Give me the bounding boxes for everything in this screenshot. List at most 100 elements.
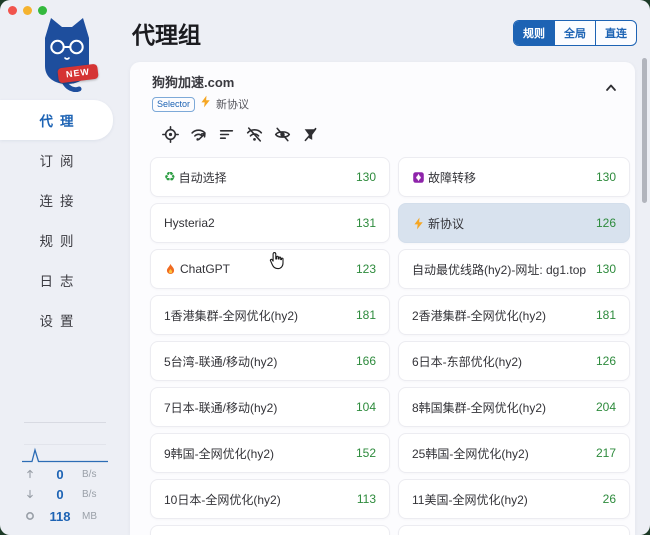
traffic-sparkline xyxy=(22,447,108,464)
group-name: 狗狗加速.com xyxy=(152,72,249,91)
group-toolbar xyxy=(130,113,635,143)
proxy-latency: 26 xyxy=(603,492,616,506)
proxy-name: ♻自动选择 xyxy=(164,169,227,186)
proxy-latency: 130 xyxy=(356,170,376,184)
stat-value: 118 xyxy=(38,509,82,524)
proxy-name: 故障转移 xyxy=(412,169,476,186)
proxy-name: 5台湾-联通/移动(hy2) xyxy=(164,353,277,370)
proxy-name: 9韩国-全网优化(hy2) xyxy=(164,445,274,462)
close-window-button[interactable] xyxy=(8,6,17,15)
proxy-latency: 204 xyxy=(596,400,616,414)
proxy-card[interactable]: 11美国-全网优化(hy2) 26 xyxy=(398,479,630,519)
proxy-card[interactable]: 新协议 126 xyxy=(398,203,630,243)
proxy-card[interactable]: ♻自动选择 130 xyxy=(150,157,390,197)
sidebar-item-0[interactable]: 代理 xyxy=(0,100,113,140)
eye-off-icon[interactable] xyxy=(274,126,291,143)
proxy-card[interactable]: 10日本-全网优化(hy2) 113 xyxy=(150,479,390,519)
sidebar-item-2[interactable]: 连接 xyxy=(0,180,113,220)
wifi-off-icon[interactable] xyxy=(246,126,263,143)
mode-button-0[interactable]: 规则 xyxy=(514,21,554,45)
proxy-name: 10日本-全网优化(hy2) xyxy=(164,491,281,508)
proxy-card[interactable]: 7日本-联通/移动(hy2) 104 xyxy=(150,387,390,427)
proxy-name: 1香港集群-全网优化(hy2) xyxy=(164,307,298,324)
proxy-latency: 152 xyxy=(356,446,376,460)
sidebar-menu: 代理订阅连接规则日志设置 xyxy=(0,100,130,340)
divider xyxy=(24,422,106,423)
sidebar-item-5[interactable]: 设置 xyxy=(0,300,113,340)
proxy-latency: 123 xyxy=(356,262,376,276)
group-subtitle: Selector 新协议 xyxy=(152,95,249,113)
proxy-card[interactable]: 1香港集群-全网优化(hy2) 181 xyxy=(150,295,390,335)
arrow-down-icon xyxy=(22,488,38,500)
page-title: 代理组 xyxy=(132,16,201,50)
traffic-widget: 0B/s0B/s118MB xyxy=(0,422,130,535)
arrow-up-icon xyxy=(22,468,38,480)
proxy-card[interactable]: 13迪拜-电信/移动/南方联通(hy2)370 xyxy=(398,525,630,535)
proxy-name: Hysteria2 xyxy=(164,216,215,230)
proxy-latency: 126 xyxy=(596,216,616,230)
stat-unit: B/s xyxy=(82,469,108,480)
proxy-card[interactable]: 5台湾-联通/移动(hy2) 166 xyxy=(150,341,390,381)
proxy-latency: 181 xyxy=(596,308,616,322)
stat-row: 0B/s xyxy=(0,484,130,504)
proxy-latency: 131 xyxy=(356,216,376,230)
proxy-card[interactable]: Hysteria2 131 xyxy=(150,203,390,243)
ring-icon xyxy=(22,510,38,522)
main-header: 代理组 规则全局直连 xyxy=(130,0,650,60)
sidebar-item-3[interactable]: 规则 xyxy=(0,220,113,260)
stat-row: 118MB xyxy=(0,506,130,526)
fire-icon xyxy=(164,263,177,276)
proxy-latency: 217 xyxy=(596,446,616,460)
proxy-name: 新协议 xyxy=(412,215,464,232)
group-type-badge: Selector xyxy=(152,97,195,112)
proxy-latency: 181 xyxy=(356,308,376,322)
minimize-window-button[interactable] xyxy=(23,6,32,15)
app-window: NEW 代理订阅连接规则日志设置 0B/s0B/s118MB 代理组 规则全局直… xyxy=(0,0,650,535)
proxy-card[interactable]: 12美国凤凰城-全网优化(hy2)77 xyxy=(150,525,390,535)
stat-value: 0 xyxy=(38,487,82,502)
proxy-latency: 126 xyxy=(596,354,616,368)
proxy-card[interactable]: 25韩国-全网优化(hy2)217 xyxy=(398,433,630,473)
group-header: 狗狗加速.com Selector 新协议 xyxy=(130,62,635,113)
sidebar: NEW 代理订阅连接规则日志设置 0B/s0B/s118MB xyxy=(0,0,130,535)
proxy-name: 7日本-联通/移动(hy2) xyxy=(164,399,277,416)
zoom-window-button[interactable] xyxy=(38,6,47,15)
proxy-card[interactable]: ChatGPT 123 xyxy=(150,249,390,289)
chevron-up-icon[interactable] xyxy=(603,80,619,96)
proxy-name: 6日本-东部优化(hy2) xyxy=(412,353,522,370)
mode-button-2[interactable]: 直连 xyxy=(595,21,636,45)
proxy-latency: 130 xyxy=(596,170,616,184)
speedtest-icon[interactable] xyxy=(190,126,207,143)
mode-button-1[interactable]: 全局 xyxy=(554,21,595,45)
proxy-latency: 113 xyxy=(357,492,376,506)
proxy-latency: 104 xyxy=(356,400,376,414)
proxy-name: 11美国-全网优化(hy2) xyxy=(412,491,528,508)
mode-switch: 规则全局直连 xyxy=(513,20,637,46)
sort-icon[interactable] xyxy=(218,126,235,143)
proxy-name: 自动最优线路(hy2)-网址: dg1.top xyxy=(412,261,586,278)
gridline xyxy=(24,444,106,445)
proxy-group-panel: 狗狗加速.com Selector 新协议 ♻自动选择 130 故障转移 130 Hys… xyxy=(130,62,635,535)
proxy-name: 8韩国集群-全网优化(hy2) xyxy=(412,399,546,416)
proxy-card[interactable]: 自动最优线路(hy2)-网址: dg1.top 130 xyxy=(398,249,630,289)
proxy-grid: ♻自动选择 130 故障转移 130 Hysteria2 131 新协议 126 ChatGPT… xyxy=(130,143,635,535)
locate-icon[interactable] xyxy=(162,126,179,143)
scrollbar[interactable] xyxy=(642,58,647,203)
proxy-name: ChatGPT xyxy=(164,262,230,276)
proxy-card[interactable]: 故障转移 130 xyxy=(398,157,630,197)
stat-value: 0 xyxy=(38,467,82,482)
failover-icon xyxy=(412,171,425,184)
bolt-icon xyxy=(412,217,425,230)
proxy-card[interactable]: 9韩国-全网优化(hy2) 152 xyxy=(150,433,390,473)
filter-off-icon[interactable] xyxy=(302,126,319,143)
sidebar-item-1[interactable]: 订阅 xyxy=(0,140,113,180)
proxy-name: 2香港集群-全网优化(hy2) xyxy=(412,307,546,324)
proxy-latency: 130 xyxy=(596,262,616,276)
group-selected-node: 新协议 xyxy=(216,96,249,112)
stat-row: 0B/s xyxy=(0,464,130,484)
proxy-card[interactable]: 8韩国集群-全网优化(hy2) 204 xyxy=(398,387,630,427)
proxy-card[interactable]: 2香港集群-全网优化(hy2) 181 xyxy=(398,295,630,335)
proxy-card[interactable]: 6日本-东部优化(hy2) 126 xyxy=(398,341,630,381)
proxy-latency: 166 xyxy=(356,354,376,368)
sidebar-item-4[interactable]: 日志 xyxy=(0,260,113,300)
